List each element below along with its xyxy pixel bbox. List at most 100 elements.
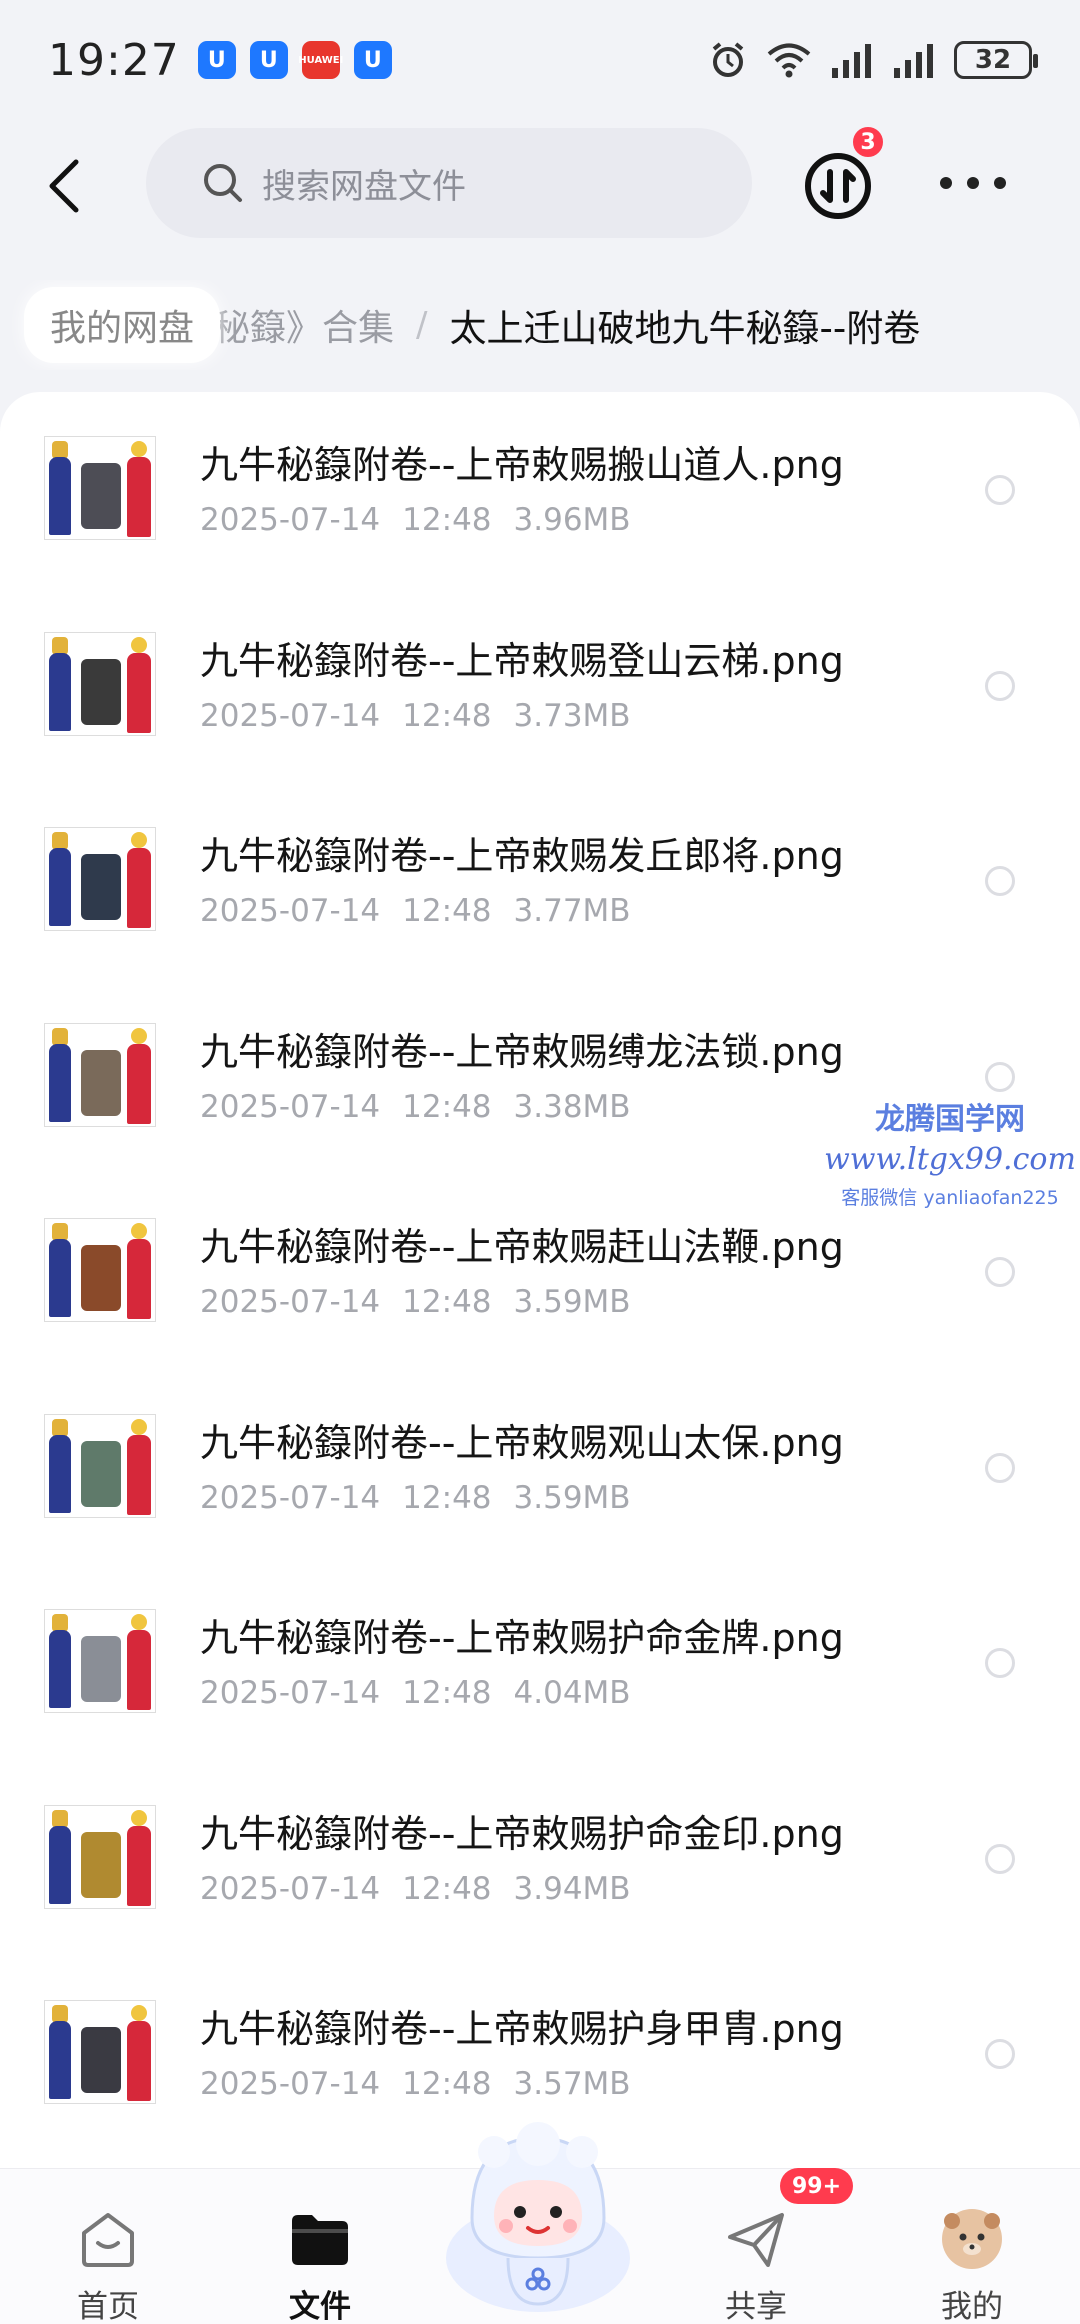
wifi-icon bbox=[767, 43, 811, 78]
file-meta: 2025-07-14 12:48 4.04MB bbox=[200, 1675, 653, 1711]
notification-icons: U U HUAWEI U bbox=[197, 41, 392, 79]
select-checkbox[interactable] bbox=[985, 1257, 1015, 1287]
signal-icon bbox=[894, 44, 933, 78]
transfer-count-badge: 3 bbox=[850, 124, 886, 160]
file-time: 12:48 bbox=[402, 893, 492, 929]
status-time: 19:27 bbox=[48, 34, 180, 86]
app-notification-label: U bbox=[207, 47, 226, 73]
app-notification-label: U bbox=[259, 47, 278, 73]
file-meta: 2025-07-14 12:48 3.59MB bbox=[200, 1480, 653, 1516]
app-notification-icon: U bbox=[249, 41, 288, 79]
battery-level: 32 bbox=[974, 45, 1012, 75]
select-checkbox[interactable] bbox=[985, 1648, 1015, 1678]
top-bar: 搜索网盘文件 3 bbox=[0, 120, 1080, 250]
file-time: 12:48 bbox=[402, 1284, 492, 1320]
file-meta: 2025-07-14 12:48 3.57MB bbox=[200, 2066, 653, 2102]
transfer-button[interactable] bbox=[802, 150, 874, 222]
file-size: 3.96MB bbox=[513, 502, 631, 538]
nav-files[interactable]: 文件 bbox=[250, 2189, 390, 2324]
file-list-item[interactable]: 九牛秘籙附卷--上帝敕赐观山太保.png 2025-07-14 12:48 3.59M… bbox=[0, 1370, 1080, 1565]
file-list-item[interactable]: 九牛秘籙附卷--上帝敕赐发丘郎将.png 2025-07-14 12:48 3.77M… bbox=[0, 783, 1080, 978]
search-icon bbox=[204, 164, 242, 202]
nav-mine-label: 我的 bbox=[941, 2289, 1003, 2324]
file-thumbnail bbox=[44, 2000, 156, 2104]
signal-icon bbox=[832, 44, 871, 78]
file-size: 3.57MB bbox=[513, 2066, 631, 2102]
file-time: 12:48 bbox=[402, 502, 492, 538]
file-name: 九牛秘籙附卷--上帝敕赐护命金牌.png bbox=[200, 1616, 844, 1660]
more-dot bbox=[994, 177, 1006, 189]
file-thumbnail bbox=[44, 1022, 156, 1127]
select-checkbox[interactable] bbox=[985, 866, 1015, 896]
file-name: 九牛秘籙附卷--上帝敕赐缚龙法锁.png bbox=[200, 1029, 844, 1074]
file-time: 12:48 bbox=[402, 2066, 492, 2102]
nav-share[interactable]: 共享 bbox=[686, 2189, 826, 2324]
file-list-item[interactable]: 九牛秘籙附卷--上帝敕赐护命金牌.png 2025-07-14 12:48 4.04M… bbox=[0, 1565, 1080, 1760]
file-name: 九牛秘籙附卷--上帝敕赐搬山道人.png bbox=[200, 443, 844, 487]
file-name: 九牛秘籙附卷--上帝敕赐护身甲胄.png bbox=[200, 2007, 844, 2051]
transfer-icon bbox=[805, 153, 871, 219]
file-thumbnail bbox=[44, 1609, 156, 1713]
system-icons: 32 bbox=[708, 40, 1038, 80]
file-date: 2025-07-14 bbox=[200, 893, 381, 929]
back-button[interactable] bbox=[36, 154, 92, 218]
breadcrumb-parent[interactable]: 秘籙》合集 bbox=[214, 299, 394, 351]
app-notification-icon: U bbox=[353, 41, 392, 79]
file-list-item[interactable]: 九牛秘籙附卷--上帝敕赐搬山道人.png 2025-07-14 12:48 3.96M… bbox=[0, 392, 1080, 587]
avatar bbox=[942, 2209, 1002, 2269]
breadcrumb-home[interactable]: 我的网盘 bbox=[24, 287, 221, 363]
file-time: 12:48 bbox=[402, 1088, 492, 1125]
file-list-item[interactable]: 九牛秘籙附卷--上帝敕赐登山云梯.png 2025-07-14 12:48 3.73M… bbox=[0, 588, 1080, 783]
select-checkbox[interactable] bbox=[985, 475, 1015, 505]
search-input[interactable]: 搜索网盘文件 bbox=[146, 128, 752, 238]
select-checkbox[interactable] bbox=[985, 1843, 1015, 1874]
file-size: 3.59MB bbox=[513, 1479, 631, 1516]
select-checkbox[interactable] bbox=[985, 670, 1015, 701]
select-checkbox[interactable] bbox=[985, 1061, 1015, 1092]
nav-home-label: 首页 bbox=[77, 2289, 139, 2324]
file-time: 12:48 bbox=[402, 1870, 492, 1907]
ai-assistant-button[interactable] bbox=[432, 2108, 644, 2320]
file-date: 2025-07-14 bbox=[200, 1088, 381, 1125]
file-list-item[interactable]: 九牛秘籙附卷--上帝敕赐缚龙法锁.png 2025-07-14 12:48 3.38M… bbox=[0, 979, 1080, 1174]
more-dot bbox=[967, 177, 979, 189]
file-meta: 2025-07-14 12:48 3.96MB bbox=[200, 502, 653, 538]
nav-mine[interactable]: 我的 bbox=[902, 2189, 1042, 2324]
select-checkbox[interactable] bbox=[985, 1452, 1015, 1483]
app-notification-label: U bbox=[363, 47, 382, 73]
status-bar: 19:27 U U HUAWEI U 32 bbox=[0, 0, 1080, 120]
more-dot bbox=[940, 177, 952, 189]
battery-icon: 32 bbox=[954, 41, 1038, 79]
file-list-item[interactable]: 九牛秘籙附卷--上帝敕赐护命金印.png 2025-07-14 12:48 3.94M… bbox=[0, 1761, 1080, 1956]
file-date: 2025-07-14 bbox=[200, 1479, 381, 1516]
breadcrumb: 我的网盘 秘籙》合集 / 太上迁山破地九牛秘籙--附卷 bbox=[0, 280, 1080, 370]
mascot-icon bbox=[446, 2122, 630, 2312]
app-notification-icon: U bbox=[197, 41, 236, 79]
chevron-left-icon bbox=[49, 159, 79, 213]
file-meta: 2025-07-14 12:48 3.38MB bbox=[200, 1089, 653, 1125]
file-size: 3.38MB bbox=[513, 1088, 631, 1125]
more-options-button[interactable] bbox=[940, 168, 1006, 198]
share-count-badge: 99+ bbox=[780, 2168, 854, 2204]
file-name: 九牛秘籙附卷--上帝敕赐登山云梯.png bbox=[200, 638, 844, 683]
file-thumbnail bbox=[44, 827, 156, 931]
file-list-item[interactable]: 九牛秘籙附卷--上帝敕赐赶山法鞭.png 2025-07-14 12:48 3.59M… bbox=[0, 1174, 1080, 1369]
alarm-icon bbox=[712, 42, 744, 77]
file-date: 2025-07-14 bbox=[200, 1870, 381, 1907]
file-time: 12:48 bbox=[402, 1479, 492, 1516]
file-size: 3.59MB bbox=[513, 1284, 631, 1320]
file-size: 4.04MB bbox=[513, 1675, 631, 1711]
file-name: 九牛秘籙附卷--上帝敕赐发丘郎将.png bbox=[200, 834, 844, 878]
select-checkbox[interactable] bbox=[985, 2039, 1015, 2069]
file-size: 3.73MB bbox=[513, 697, 631, 734]
file-name: 九牛秘籙附卷--上帝敕赐护命金印.png bbox=[200, 1811, 844, 1856]
search-placeholder: 搜索网盘文件 bbox=[262, 166, 466, 207]
file-thumbnail bbox=[44, 1413, 156, 1518]
file-size: 3.94MB bbox=[513, 1870, 631, 1907]
file-date: 2025-07-14 bbox=[200, 1284, 381, 1320]
file-list: 九牛秘籙附卷--上帝敕赐搬山道人.png 2025-07-14 12:48 3.96M… bbox=[0, 392, 1080, 2182]
file-time: 12:48 bbox=[402, 697, 492, 734]
nav-home[interactable]: 首页 bbox=[38, 2189, 178, 2324]
file-meta: 2025-07-14 12:48 3.94MB bbox=[200, 1871, 653, 1907]
breadcrumb-separator: / bbox=[416, 305, 428, 345]
